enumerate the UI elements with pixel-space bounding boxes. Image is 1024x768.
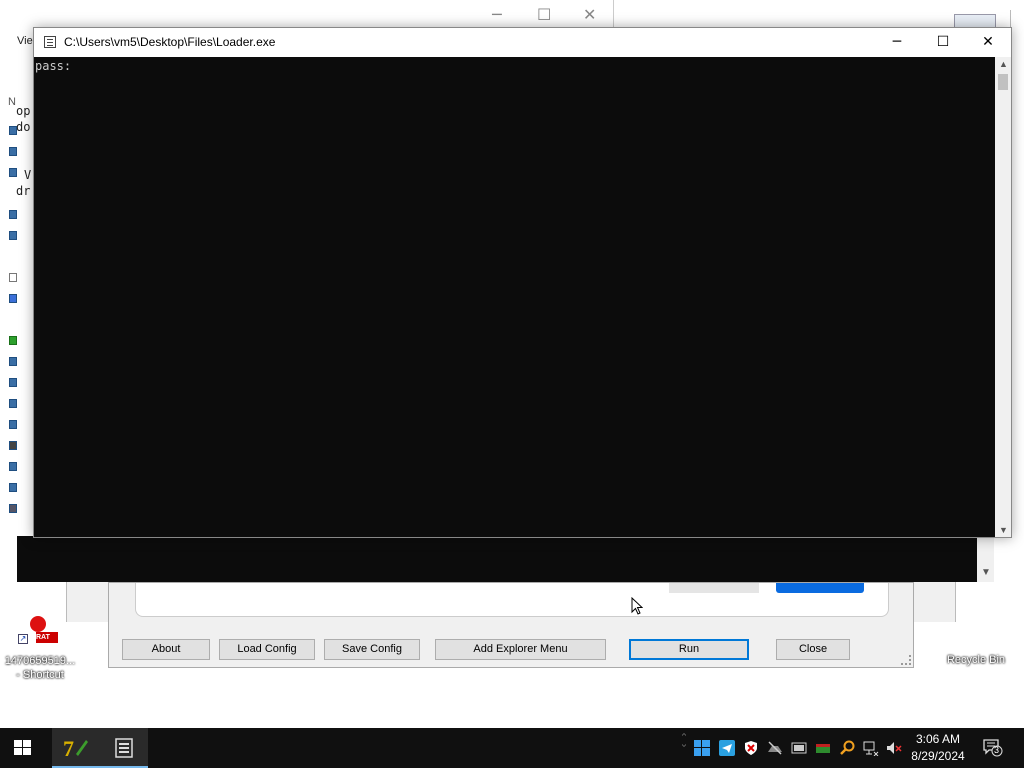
taskbar-7zip[interactable]: 7 [52, 728, 100, 768]
run-button[interactable]: Run [629, 639, 749, 660]
network-off-icon[interactable] [767, 740, 783, 756]
scrollbar-thumb[interactable] [998, 74, 1008, 90]
add-explorer-menu-button[interactable]: Add Explorer Menu [435, 639, 606, 660]
minimize-icon[interactable]: ─ [874, 28, 920, 57]
file-icon [9, 294, 17, 303]
recycle-bin-label[interactable]: Recycle Bin [938, 654, 1014, 666]
taskbar-clock[interactable]: 3:06 AM 8/29/2024 [905, 731, 971, 765]
file-icon [9, 231, 17, 240]
background-window-edge [1010, 10, 1024, 180]
close-button[interactable]: Close [776, 639, 850, 660]
file-icon [9, 399, 17, 408]
bg-minimize-icon[interactable]: ─ [492, 5, 502, 24]
console-title: C:\Users\vm5\Desktop\Files\Loader.exe [64, 35, 276, 49]
file-icon [9, 420, 17, 429]
file-icon [9, 336, 17, 345]
bg-menu-fragment[interactable]: Vie [17, 35, 33, 47]
search-icon[interactable] [839, 740, 855, 756]
background-console-scrollbar[interactable]: ▼ [977, 536, 994, 582]
console-titlebar[interactable]: C:\Users\vm5\Desktop\Files\Loader.exe ─ … [34, 28, 1011, 57]
maximize-icon[interactable]: ☐ [920, 28, 966, 57]
background-window-pane: Vie N op do V dr [0, 30, 34, 542]
loader-console-icon [115, 738, 133, 758]
shortcut-label-line1: 1470659519... [4, 655, 76, 667]
shortcut-icon[interactable]: RAT ↗ [18, 616, 58, 644]
file-icon [9, 147, 17, 156]
dialog-content-panel [135, 583, 889, 617]
clock-time: 3:06 AM [915, 732, 961, 746]
dialog-gray-control[interactable] [669, 583, 759, 593]
shortcut-arrow-icon: ↗ [18, 634, 28, 644]
volume-muted-icon[interactable] [886, 740, 902, 756]
resize-grip-icon[interactable] [901, 655, 911, 665]
background-console: ▼ [17, 536, 994, 582]
defender-icon[interactable] [743, 740, 759, 756]
console-scrollbar[interactable]: ▲ ▼ [995, 57, 1011, 537]
options-dialog: About Load Config Save Config Add Explor… [108, 582, 914, 668]
file-icon [9, 441, 17, 450]
windows-update-icon[interactable] [694, 740, 710, 756]
chevron-up-icon[interactable] [676, 732, 692, 748]
close-icon[interactable]: ✕ [965, 28, 1011, 57]
background-explorer-titlebar: ─ ☐ ✕ [0, 0, 614, 30]
console-prompt: pass: [35, 59, 72, 73]
file-icon [9, 378, 17, 387]
file-icon [9, 504, 17, 513]
file-icon [9, 126, 17, 135]
mouse-cursor-icon [631, 597, 643, 615]
bg-list-text: dr [16, 184, 31, 198]
network-icon[interactable] [863, 740, 879, 756]
file-icon [9, 357, 17, 366]
bg-close-icon[interactable]: ✕ [583, 5, 596, 24]
7-zip-icon: 7 [63, 736, 88, 760]
scroll-down-icon[interactable]: ▼ [981, 567, 991, 578]
notification-count-badge: 3 [994, 745, 1000, 755]
file-icon [9, 168, 17, 177]
console-app-icon[interactable] [44, 36, 56, 48]
shortcut-badge: RAT [36, 632, 58, 643]
file-icon [9, 273, 17, 282]
scroll-up-icon[interactable]: ▲ [999, 59, 1008, 69]
scroll-down-icon[interactable]: ▼ [999, 525, 1008, 535]
clock-date: 8/29/2024 [911, 749, 965, 763]
action-center-button[interactable]: 3 [983, 739, 1003, 757]
console-output[interactable]: pass: [34, 57, 996, 537]
file-icon [9, 483, 17, 492]
taskbar: 7 3:06 AM 8/29/2024 3 [0, 728, 1024, 768]
desktop: ─ ☐ ✕ Vie N op do V dr ▼ About Load Conf… [0, 0, 1024, 728]
file-icon [9, 462, 17, 471]
save-config-button[interactable]: Save Config [324, 639, 420, 660]
bg-list-text: V [24, 168, 32, 182]
svg-text:7: 7 [63, 736, 74, 760]
about-button[interactable]: About [122, 639, 210, 660]
app-logo-icon [30, 616, 46, 632]
notification-icon [983, 739, 1003, 757]
windows-icon [14, 740, 31, 756]
bg-list-text: op [16, 104, 31, 118]
taskbar-loader-console[interactable] [100, 728, 148, 768]
load-config-button[interactable]: Load Config [219, 639, 315, 660]
desktop-shortcut-label[interactable]: 1470659519... - Shortcut [2, 654, 78, 682]
file-icon [9, 210, 17, 219]
dialog-blue-button[interactable] [776, 583, 864, 593]
bg-maximize-icon[interactable]: ☐ [537, 5, 551, 24]
bg-left-label: N [8, 96, 16, 108]
media-icon[interactable] [791, 740, 807, 756]
start-button[interactable] [0, 728, 48, 768]
background-window-fragment [912, 582, 956, 622]
console-window: C:\Users\vm5\Desktop\Files\Loader.exe ─ … [33, 27, 1012, 538]
shortcut-label-line2: - Shortcut [16, 669, 64, 681]
bg-list-text: do [16, 120, 31, 134]
background-window-fragment [66, 582, 108, 622]
telegram-icon[interactable] [719, 740, 735, 756]
battery-icon[interactable] [815, 740, 831, 756]
